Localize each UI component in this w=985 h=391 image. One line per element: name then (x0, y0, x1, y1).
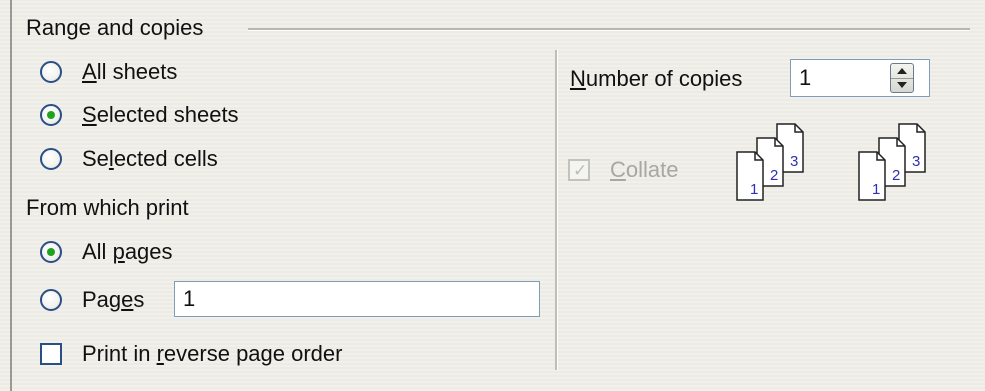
radio-selected-cells-indicator[interactable] (40, 148, 62, 170)
checkbox-reverse-order-box[interactable] (40, 343, 62, 365)
page-number-2: 2 (892, 167, 900, 184)
page-1-icon: 1 (736, 151, 764, 201)
radio-pages-label: Pages (82, 287, 145, 312)
checkbox-reverse-order-label: Print in reverse page order (82, 341, 343, 366)
vertical-separator (555, 50, 558, 370)
spin-up-button[interactable] (891, 64, 913, 79)
radio-selected-sheets-indicator[interactable] (40, 104, 62, 126)
page-number-3: 3 (790, 153, 798, 170)
checkbox-collate[interactable]: ✓ Collate (568, 156, 708, 186)
collate-pages-icon: 3 2 1 (858, 123, 926, 201)
radio-all-pages-label: All pages (82, 239, 173, 264)
radio-all-sheets[interactable]: All sheets (40, 58, 300, 88)
radio-all-sheets-indicator[interactable] (40, 61, 62, 83)
print-group-title: From which print (26, 195, 189, 220)
page-1-icon: 1 (858, 151, 886, 201)
checkbox-reverse-order[interactable]: Print in reverse page order (40, 340, 420, 370)
copies-label: Number of copies (570, 66, 743, 91)
radio-all-sheets-label: All sheets (82, 59, 178, 84)
checkbox-collate-box[interactable]: ✓ (568, 159, 590, 181)
radio-pages-indicator[interactable] (40, 289, 62, 311)
pages-input[interactable]: 1 (174, 281, 540, 317)
radio-selected-sheets[interactable]: Selected sheets (40, 101, 300, 131)
checkbox-collate-label: Collate (610, 157, 679, 182)
arrow-up-icon (897, 68, 907, 74)
dialog-left-border (10, 0, 12, 391)
radio-pages[interactable]: Pages (40, 286, 180, 316)
radio-selected-sheets-label: Selected sheets (82, 102, 239, 127)
page-number-2: 2 (770, 167, 778, 184)
collate-pages-icon: 3 2 1 (736, 123, 804, 201)
copies-spinner[interactable] (890, 63, 914, 93)
radio-selected-cells-label: Selected cells (82, 146, 218, 171)
arrow-down-icon (897, 82, 907, 88)
checkmark-icon: ✓ (573, 161, 588, 180)
radio-selected-cells[interactable]: Selected cells (40, 145, 300, 175)
radio-all-pages[interactable]: All pages (40, 238, 280, 268)
page-number-1: 1 (750, 181, 758, 198)
spin-down-button[interactable] (891, 78, 913, 92)
page-number-3: 3 (912, 153, 920, 170)
range-group-title: Range and copies (26, 15, 204, 40)
radio-all-pages-indicator[interactable] (40, 241, 62, 263)
range-group-title-line (248, 28, 970, 31)
page-number-1: 1 (872, 181, 880, 198)
